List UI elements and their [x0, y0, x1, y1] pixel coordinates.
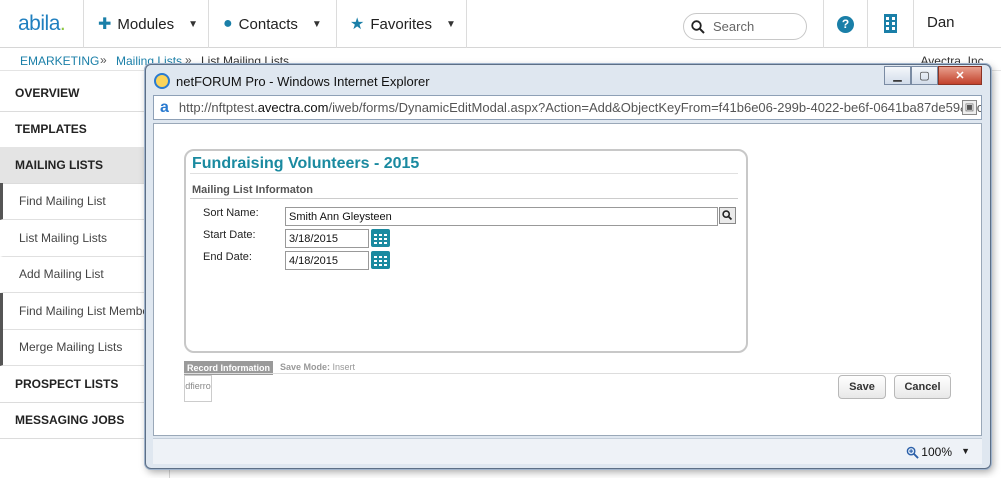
- status-bar: 100% ▼: [153, 438, 982, 464]
- section-title: Mailing List Informaton: [192, 184, 313, 196]
- search-input[interactable]: Search: [683, 13, 807, 40]
- puzzle-icon: ✚: [98, 16, 112, 33]
- ie-modal-window: netFORUM Pro - Windows Internet Explorer…: [145, 64, 991, 469]
- maximize-button[interactable]: ▢: [911, 66, 938, 85]
- start-date-label: Start Date:: [203, 229, 256, 241]
- calendar-icon[interactable]: [371, 229, 390, 247]
- favorites-menu[interactable]: ★ Favorites ▼: [350, 0, 456, 48]
- form-title: Fundraising Volunteers - 2015: [192, 155, 420, 172]
- end-date-label: End Date:: [203, 251, 252, 263]
- nav-divider: [867, 0, 868, 48]
- ie-logo-icon: [154, 73, 170, 89]
- page-icon: a: [160, 98, 169, 116]
- modules-label: Modules: [117, 15, 175, 33]
- search-icon: [722, 210, 733, 221]
- cancel-button[interactable]: Cancel: [894, 375, 951, 399]
- save-mode-label: Save Mode:: [280, 362, 331, 372]
- url-prefix: http://nftptest.: [178, 100, 258, 115]
- top-nav-bar: abila. ✚ Modules ▼ ● Contacts ▼ ★ Favori…: [0, 0, 1001, 48]
- page-status-icon[interactable]: ▣: [962, 100, 977, 115]
- url-path: /iweb/forms/DynamicEditModal.aspx?Action…: [328, 100, 982, 115]
- breadcrumb-emarketing[interactable]: EMARKETING: [20, 54, 99, 68]
- save-mode: Save Mode: Insert: [280, 362, 355, 372]
- chevron-down-icon: ▼: [311, 18, 322, 30]
- divider: [190, 173, 738, 174]
- save-mode-value: Insert: [332, 362, 356, 372]
- minimize-button[interactable]: ▁: [884, 66, 911, 85]
- breadcrumb-separator: »: [100, 53, 107, 67]
- close-button[interactable]: ✕: [938, 66, 982, 85]
- nav-divider: [466, 0, 467, 48]
- favorites-label: Favorites: [370, 15, 433, 33]
- calendar-icon[interactable]: [371, 251, 390, 269]
- sort-name-input[interactable]: [285, 207, 718, 226]
- nav-divider: [913, 0, 914, 48]
- divider: [184, 373, 951, 374]
- url-host: avectra.com: [257, 100, 329, 115]
- nav-divider: [336, 0, 337, 48]
- search-icon: [691, 19, 705, 34]
- chevron-down-icon: ▼: [188, 18, 199, 30]
- nav-divider: [208, 0, 209, 48]
- zoom-level: 100%: [921, 445, 952, 459]
- user-menu[interactable]: Dan: [927, 14, 955, 31]
- abila-logo[interactable]: abila.: [18, 12, 66, 36]
- end-date-input[interactable]: [285, 251, 369, 270]
- nav-divider: [823, 0, 824, 48]
- help-icon[interactable]: ?: [837, 16, 854, 33]
- chevron-down-icon: ▼: [446, 18, 456, 30]
- chevron-down-icon[interactable]: ▼: [961, 446, 970, 456]
- nav-divider: [83, 0, 84, 48]
- modules-menu[interactable]: ✚ Modules ▼: [98, 0, 198, 48]
- window-title: netFORUM Pro - Windows Internet Explorer: [176, 73, 430, 89]
- start-date-input[interactable]: [285, 229, 369, 248]
- contacts-label: Contacts: [238, 15, 298, 33]
- lookup-button[interactable]: [719, 207, 736, 224]
- window-title-bar[interactable]: netFORUM Pro - Windows Internet Explorer: [154, 69, 430, 93]
- divider: [190, 198, 738, 199]
- zoom-icon: [906, 446, 920, 459]
- record-user: dfierro: [184, 375, 212, 402]
- mailing-list-form: Fundraising Volunteers - 2015 Mailing Li…: [184, 149, 748, 353]
- person-icon: ●: [223, 15, 233, 32]
- contacts-menu[interactable]: ● Contacts ▼: [223, 0, 322, 48]
- window-controls: ▁ ▢ ✕: [884, 66, 982, 85]
- search-placeholder: Search: [713, 19, 755, 34]
- zoom-control[interactable]: 100%: [906, 445, 952, 459]
- sort-name-label: Sort Name:: [203, 207, 259, 219]
- star-icon: ★: [350, 16, 365, 33]
- address-bar[interactable]: a http://nftptest. avectra.com/iweb/forms…: [153, 95, 982, 120]
- save-button[interactable]: Save: [838, 375, 886, 399]
- building-icon[interactable]: [884, 14, 897, 33]
- modal-content: Fundraising Volunteers - 2015 Mailing Li…: [153, 123, 982, 436]
